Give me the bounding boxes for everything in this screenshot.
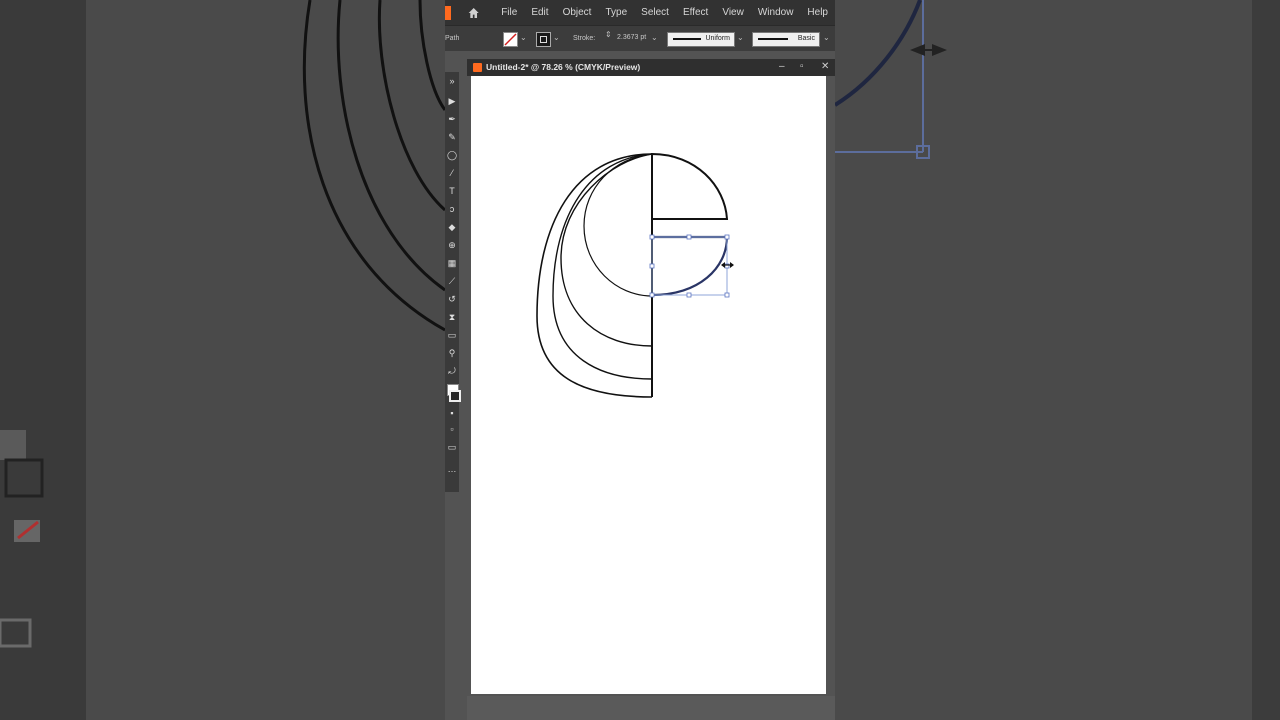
minimize-icon[interactable]: – — [779, 61, 785, 72]
handle-middle-left[interactable] — [649, 263, 655, 269]
menu-window[interactable]: Window — [751, 7, 801, 18]
menu-edit[interactable]: Edit — [524, 7, 555, 18]
maximize-icon[interactable]: ▫ — [800, 61, 804, 72]
stroke-dropdown-icon[interactable]: ⌄ — [553, 33, 560, 42]
color-mode-icon[interactable]: ▪ — [447, 408, 457, 418]
selection-bounding-box[interactable] — [651, 236, 728, 296]
tools-panel: » ▶ ✒ ✎ ◯ ⁄ T ↄ ◆ ⊕ ▦ ⟋ ↺ ⧗ ▭ ⚲ ⤾ ▪ ▫ ▭ … — [445, 72, 461, 492]
stroke-stepper-icon[interactable]: ⇕ — [605, 30, 612, 39]
top-quarter-shape[interactable] — [651, 152, 729, 220]
profile-dropdown-icon[interactable]: ⌄ — [737, 33, 744, 42]
menu-view[interactable]: View — [715, 7, 751, 18]
document-ai-icon — [473, 63, 482, 72]
handle-top-left[interactable] — [649, 234, 655, 240]
brush-dropdown-icon[interactable]: ⌄ — [823, 33, 830, 42]
variable-width-profile[interactable]: Uniform — [667, 32, 735, 47]
width-tool-icon[interactable]: ⧗ — [447, 312, 457, 322]
background-left-arcs — [0, 0, 445, 648]
control-bar: Path ⌄ ⌄ Stroke: ⇕ 2.3673 pt ⌄ Uniform ⌄… — [445, 25, 835, 51]
swap-colors-icon[interactable]: ⤾ — [447, 366, 457, 376]
profile-line — [673, 38, 701, 40]
no-fill-icon — [504, 33, 517, 46]
menu-bar: File Edit Object Type Select Effect View… — [445, 0, 835, 25]
shape-builder-icon[interactable]: ⊕ — [447, 240, 457, 250]
selected-shape[interactable] — [651, 235, 729, 297]
artboard[interactable] — [471, 76, 826, 694]
eraser-tool-icon[interactable]: ◆ — [447, 222, 457, 232]
selection-type-label: Path — [445, 35, 460, 42]
handle-bottom-left[interactable] — [649, 292, 655, 298]
profile-label: Uniform — [705, 35, 730, 42]
document-title: Untitled-2* @ 78.26 % (CMYK/Preview) — [486, 62, 641, 72]
gradient-tool-icon[interactable]: ▦ — [447, 258, 457, 268]
stroke-color-icon[interactable] — [449, 390, 461, 402]
stroke-swatch[interactable] — [536, 32, 551, 47]
pen-tool-icon[interactable]: ✒ — [447, 114, 457, 124]
stroke-label: Stroke: — [573, 35, 596, 42]
document-tab[interactable]: Untitled-2* @ 78.26 % (CMYK/Preview) – ▫… — [467, 59, 835, 76]
stroke-weight-input[interactable]: 2.3673 pt — [617, 34, 646, 41]
brush-tool-icon[interactable]: ⁄ — [447, 168, 457, 178]
selection-tool-icon[interactable]: ▶ — [447, 96, 457, 106]
background-right-panel — [835, 0, 1280, 720]
menu-list: File Edit Object Type Select Effect View… — [494, 7, 835, 18]
lasso-tool-icon[interactable]: ↄ — [447, 204, 457, 214]
menu-file[interactable]: File — [494, 7, 524, 18]
fill-dropdown-icon[interactable]: ⌄ — [520, 33, 527, 42]
brush-line — [758, 38, 788, 40]
brush-label: Basic — [797, 35, 815, 42]
zoom-tool-icon[interactable]: ⚲ — [447, 348, 457, 358]
collapse-arrows-icon[interactable]: » — [447, 76, 457, 86]
menu-help[interactable]: Help — [800, 7, 835, 18]
home-icon[interactable] — [467, 5, 480, 21]
stroke-swatch-inner — [540, 36, 547, 43]
status-bar — [467, 696, 835, 720]
illustrator-window: File Edit Object Type Select Effect View… — [445, 0, 835, 720]
more-tools-icon[interactable]: … — [447, 464, 457, 474]
artboard-tool-icon[interactable]: ▭ — [447, 330, 457, 340]
handle-top-right[interactable] — [724, 234, 730, 240]
handle-bottom-middle[interactable] — [686, 292, 692, 298]
stroke-weight-dropdown-icon[interactable]: ⌄ — [651, 33, 658, 42]
canvas-area[interactable] — [467, 76, 835, 696]
eyedropper-tool-icon[interactable]: ⟋ — [447, 276, 457, 286]
draw-mode-icon[interactable]: ▫ — [447, 424, 457, 434]
screen-mode-icon[interactable]: ▭ — [447, 442, 457, 452]
background-right-arcs — [835, 0, 947, 159]
background-left-panel — [0, 0, 445, 720]
third-arc[interactable] — [560, 153, 653, 347]
inner-arc[interactable] — [583, 153, 653, 297]
handle-top-middle[interactable] — [686, 234, 692, 240]
rotate-tool-icon[interactable]: ↺ — [447, 294, 457, 304]
ellipse-tool-icon[interactable]: ◯ — [447, 150, 457, 160]
close-icon[interactable]: ✕ — [821, 61, 829, 72]
brush-definition[interactable]: Basic — [752, 32, 820, 47]
fill-swatch[interactable] — [503, 32, 518, 47]
menu-object[interactable]: Object — [556, 7, 599, 18]
handle-bottom-right[interactable] — [724, 292, 730, 298]
pencil-tool-icon[interactable]: ✎ — [447, 132, 457, 142]
ai-logo-icon — [445, 5, 451, 20]
type-tool-icon[interactable]: T — [447, 186, 457, 196]
artwork[interactable] — [471, 76, 826, 694]
menu-select[interactable]: Select — [634, 7, 676, 18]
menu-type[interactable]: Type — [598, 7, 634, 18]
menu-effect[interactable]: Effect — [676, 7, 715, 18]
